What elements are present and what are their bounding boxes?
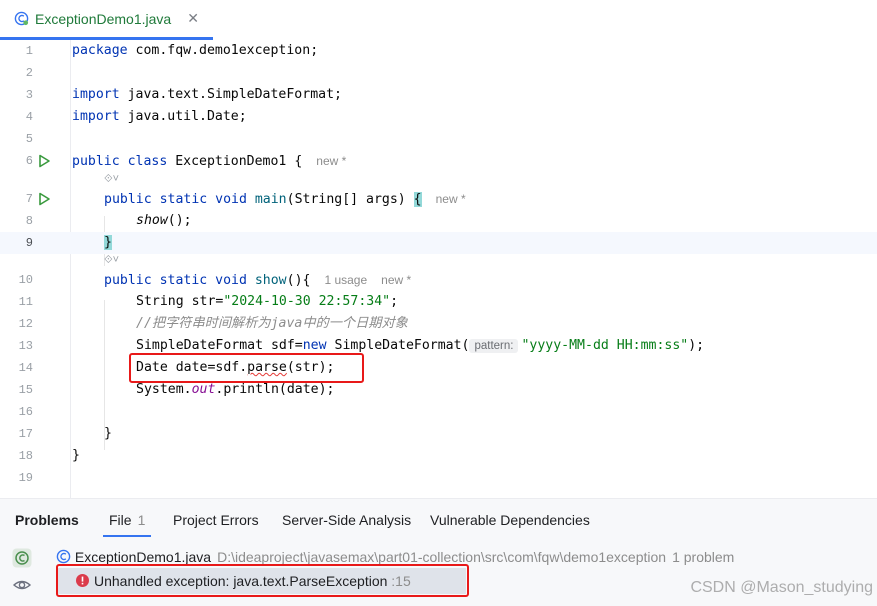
line-number: 5 [25, 132, 33, 146]
tab-problems[interactable]: Problems [15, 499, 79, 541]
line-number: 12 [18, 317, 33, 331]
line-number: 3 [25, 88, 33, 102]
code-text: } [104, 426, 112, 441]
code-text: SimpleDateFormat( [326, 338, 470, 353]
method-name: show [246, 273, 287, 288]
line-number: 10 [18, 273, 33, 287]
code-line: 19 [0, 467, 877, 489]
code-line: 5 [0, 128, 877, 150]
code-line: 16 [0, 401, 877, 423]
analyze-icon[interactable] [12, 548, 32, 568]
keyword: import [72, 87, 120, 102]
tab-file-label: File [109, 512, 132, 528]
method-name: main [246, 192, 287, 207]
eye-icon[interactable] [12, 575, 32, 595]
code-editor[interactable]: 1 package com.fqw.demo1exception; 2 3 im… [0, 40, 877, 498]
import-path: java.text.SimpleDateFormat; [119, 87, 342, 102]
method-call: show [136, 213, 168, 228]
code-line: 2 [0, 62, 877, 84]
code-line: 12 //把字符串时间解析为java中的一个日期对象 [0, 313, 877, 335]
package-name: com.fqw.demo1exception; [127, 43, 319, 58]
keyword: package [72, 43, 128, 58]
code-text: ); [688, 338, 705, 353]
java-class-icon [56, 549, 71, 564]
line-number: 7 [25, 192, 33, 206]
code-line: 18 } [0, 445, 877, 467]
tab-file[interactable]: File 1 [102, 499, 152, 541]
code-line: 17 } [0, 423, 877, 445]
problem-file-name: ExceptionDemo1.java [74, 549, 212, 565]
watermark: CSDN @Mason_studying [690, 579, 873, 596]
keyword: public static void [104, 192, 247, 207]
code-line: 4 import java.util.Date; [0, 106, 877, 128]
brace-highlight: } [104, 235, 112, 250]
line-number: 14 [18, 361, 33, 375]
problem-file-path: D:\ideaproject\javasemax\part01-collecti… [217, 549, 667, 565]
line-number: 19 [18, 471, 33, 485]
line-number: 4 [25, 110, 33, 124]
keyword: public class [72, 154, 168, 169]
code-line: 11 String str="2024-10-30 22:57:34"; [0, 291, 877, 313]
line-number: 15 [18, 383, 33, 397]
line-number: 2 [25, 66, 33, 80]
code-text: (){ [286, 273, 311, 288]
annotation-box [56, 564, 469, 597]
line-number: 11 [18, 295, 33, 309]
run-main-icon[interactable] [37, 192, 51, 206]
close-icon[interactable]: ✕ [187, 10, 199, 27]
tab-project-errors[interactable]: Project Errors [173, 499, 259, 541]
author-hint[interactable]: new * [316, 154, 346, 168]
inlay-marker[interactable]: ⟐˅ [104, 173, 119, 189]
usage-hint[interactable]: 1 usage [324, 273, 367, 287]
keyword: new [302, 338, 327, 353]
code-text: System. [136, 382, 192, 397]
class-name: ExceptionDemo1 { [167, 154, 303, 169]
line-number: 6 [25, 154, 33, 168]
code-line: 8 show(); [0, 210, 877, 232]
keyword: import [72, 109, 120, 124]
code-text: .println(date); [215, 382, 335, 397]
code-text: SimpleDateFormat sdf= [136, 338, 303, 353]
code-text: ; [390, 294, 399, 309]
line-number: 9 [25, 236, 33, 250]
code-line: 7 public static void main(String[] args)… [0, 188, 877, 210]
code-line: 1 package com.fqw.demo1exception; [0, 40, 877, 62]
keyword: public static void [104, 273, 247, 288]
line-number: 16 [18, 405, 33, 419]
method-args: (String[] args) [286, 192, 414, 207]
parameter-hint: pattern: [469, 339, 519, 353]
string-literal: "2024-10-30 22:57:34" [223, 294, 391, 309]
code-line: 6 public class ExceptionDemo1 { new * [0, 150, 877, 172]
author-hint[interactable]: new * [436, 192, 466, 206]
tab-server-side-analysis[interactable]: Server-Side Analysis [282, 499, 411, 541]
string-literal: "yyyy-MM-dd HH:mm:ss" [521, 338, 689, 353]
tab-vulnerable-dependencies[interactable]: Vulnerable Dependencies [430, 499, 590, 541]
tab-file-count: 1 [137, 512, 146, 528]
run-class-icon[interactable] [37, 154, 51, 168]
line-number: 1 [25, 44, 33, 58]
line-number: 17 [18, 427, 33, 441]
code-text: (); [167, 213, 192, 228]
author-hint[interactable]: new * [381, 273, 411, 287]
static-field: out [191, 382, 216, 397]
code-comment: //把字符串时间解析为java中的一个日期对象 [136, 316, 408, 331]
tab-exceptiondemo1[interactable]: ExceptionDemo1.java ✕ [0, 0, 213, 40]
java-class-icon [14, 11, 29, 26]
annotation-box [129, 353, 364, 383]
line-number: 18 [18, 449, 33, 463]
inlay-marker[interactable]: ⟐˅ [104, 254, 119, 270]
import-path: java.util.Date; [119, 109, 247, 124]
line-number: 13 [18, 339, 33, 353]
problem-count: 1 problem [672, 549, 735, 565]
line-number: 8 [25, 214, 33, 228]
code-text: String str= [136, 294, 224, 309]
tab-label: ExceptionDemo1.java [35, 10, 172, 27]
code-text: } [72, 448, 80, 463]
code-line: 3 import java.text.SimpleDateFormat; [0, 84, 877, 106]
code-line-current: 9 } [0, 232, 877, 254]
problems-tabs: Problems File 1 Project Errors Server-Sid… [0, 499, 877, 541]
code-line: 10 public static void show(){ 1 usage new … [0, 269, 877, 291]
brace-highlight: { [413, 192, 422, 207]
editor-tab-bar: ExceptionDemo1.java ✕ [0, 0, 877, 40]
